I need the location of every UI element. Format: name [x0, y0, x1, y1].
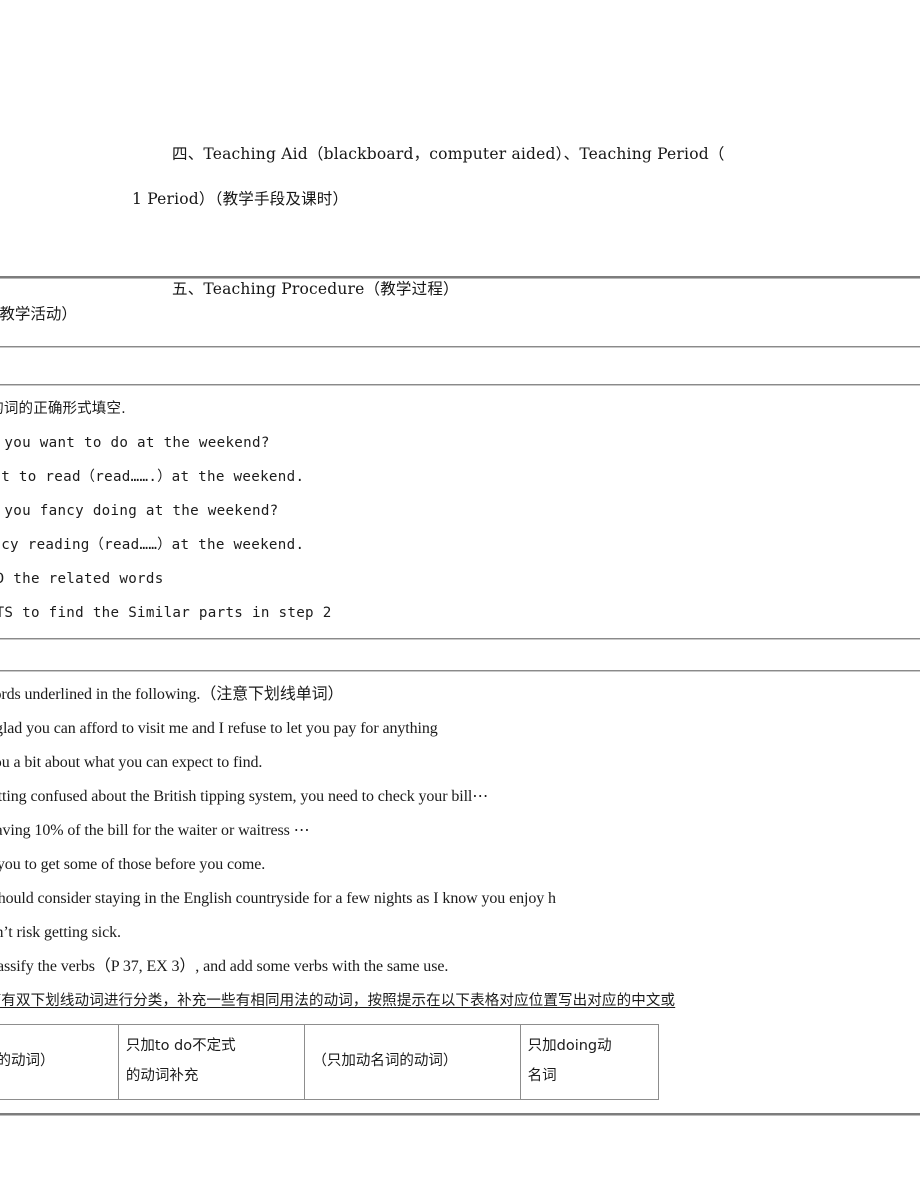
- step2-line-7: . I think we should consider staying in …: [0, 890, 556, 907]
- verb-table-cell-doing: 只加doing动 名词: [519, 1024, 660, 1100]
- table-spacer-row: [0, 348, 920, 384]
- step1-line-3: 、S: I want to read（read…….）at the weeken…: [0, 469, 305, 485]
- step2-line-5: . I suggest leaving 10% of the bill for …: [0, 822, 310, 839]
- table-row-step1: 括号里所给的词的正确形式填空. : What do you want to do…: [0, 386, 920, 638]
- step2-line-6: . ⋯ I advise you to get some of those be…: [0, 856, 266, 873]
- verb-table-cell-gerund: （只加动名词的动词）: [304, 1024, 521, 1100]
- step2-line-4: . To avoid getting confused about the Br…: [0, 788, 489, 805]
- verb-table-cell-to-do: 只加to do不定式 的动词补充: [117, 1024, 306, 1100]
- heading-teaching-aid-text: Teaching Aid（blackboard，computer aided）、…: [203, 145, 725, 163]
- table-row-step2: ook at the words underlined in the follo…: [0, 672, 920, 1108]
- verb-classification-table: 只加不定式的动词） 只加to do不定式的动词补充 （只加动名词的动词） 只加d…: [0, 1024, 660, 1100]
- table-bottom-border: [0, 1113, 920, 1116]
- step2-line-3: . ⋯I’d tell you a bit about what you can…: [0, 754, 263, 771]
- step2-line-2: . I’m just so glad you can afford to vis…: [0, 720, 438, 737]
- step2-line-1: ook at the words underlined in the follo…: [0, 686, 344, 703]
- verb-table-cell-infinitive: 只加不定式的动词）: [0, 1024, 119, 1100]
- table-header-row: ctivities（教学活动）: [0, 279, 920, 346]
- step1-line-2: : What do you want to do at the weekend?: [0, 435, 270, 451]
- document-page: 四、Teaching Aid（blackboard，computer aided…: [0, 0, 920, 1191]
- step1-line-5: 、S: I fancy reading（read……）at the weeken…: [0, 537, 305, 553]
- step2-instruction-cn: （对step2带有双下划线动词进行分类，补充一些有相同用法的动词，按照提示在以下…: [0, 993, 676, 1009]
- teaching-procedure-table: ctivities（教学活动） 括号里所给的词的正确形式填空. : What d…: [0, 276, 920, 1116]
- step1-line-1: 括号里所给的词的正确形式填空.: [0, 401, 126, 417]
- verb-table-row: 只加不定式的动词） 只加to do不定式的动词补充 （只加动名词的动词） 只加d…: [0, 1024, 660, 1100]
- step1-line-6: UNDERLINED the related words: [0, 571, 164, 587]
- heading-teaching-aid: 四、Teaching Aid（blackboard，computer aided…: [0, 132, 920, 177]
- heading-teaching-aid-number: 四、: [172, 145, 204, 163]
- step2-line-8: ⋯ so we won’t risk getting sick.: [0, 924, 121, 941]
- step1-line-4: : What do you fancy doing at the weekend…: [0, 503, 279, 519]
- step2-line-9: asks Ss to Classify the verbs（P 37, EX 3…: [0, 958, 449, 975]
- table-header-activities: ctivities（教学活动）: [0, 304, 77, 323]
- heading-teaching-aid-continued: 1 Period）（教学手段及课时）: [132, 190, 349, 208]
- step1-line-7: nd asks STS to find the Similar parts in…: [0, 605, 332, 621]
- table-spacer-row-2: [0, 640, 920, 670]
